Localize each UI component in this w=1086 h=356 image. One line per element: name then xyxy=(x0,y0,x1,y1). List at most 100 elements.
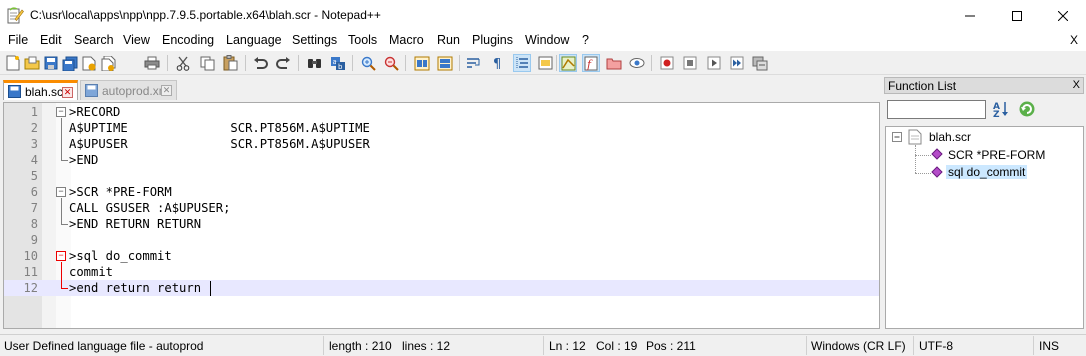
indent-guide-icon[interactable] xyxy=(513,54,531,72)
redo-icon[interactable] xyxy=(274,54,292,72)
file-icon xyxy=(908,129,922,145)
code-line[interactable]: 5 xyxy=(4,168,879,184)
code-line[interactable]: 7 CALL GSUSER :A$UPUSER; xyxy=(4,200,879,216)
user-language-icon[interactable] xyxy=(536,54,554,72)
replace-icon[interactable]: ab xyxy=(329,54,347,72)
sync-horizontal-icon[interactable] xyxy=(436,54,454,72)
notepadpp-app-icon[interactable] xyxy=(7,7,24,24)
code-line[interactable]: 9 xyxy=(4,232,879,248)
status-bar: User Defined language file - autoprod le… xyxy=(0,334,1086,356)
status-line-number: Ln : 12 xyxy=(549,339,586,353)
function-list-tree[interactable]: blah.scr SCR *PRE-FORM sql do_commit xyxy=(885,126,1084,329)
menu-macro[interactable]: Macro xyxy=(389,33,424,47)
text-caret xyxy=(210,281,211,296)
undo-icon[interactable] xyxy=(251,54,269,72)
tab-close-icon[interactable]: ✕ xyxy=(62,87,73,98)
function-item-selected[interactable]: sql do_commit xyxy=(946,165,1028,179)
reload-icon[interactable] xyxy=(1018,100,1036,118)
editor-pane[interactable]: 1 >RECORD 2 A$UPTIME SCR.PT856M.A$UPTIME… xyxy=(3,102,880,329)
zoom-out-icon[interactable] xyxy=(382,54,400,72)
menu-settings[interactable]: Settings xyxy=(292,33,337,47)
fold-collapse-icon[interactable]: − xyxy=(56,251,66,261)
save-macro-icon[interactable] xyxy=(751,54,769,72)
fold-collapse-icon[interactable]: − xyxy=(56,107,66,117)
open-file-icon[interactable] xyxy=(23,54,41,72)
menu-run[interactable]: Run xyxy=(437,33,460,47)
fold-collapse-icon[interactable]: − xyxy=(56,187,66,197)
tree-collapse-icon[interactable] xyxy=(892,132,903,143)
paste-icon[interactable] xyxy=(221,54,239,72)
function-list-title: Function List xyxy=(888,79,957,93)
status-language: User Defined language file - autoprod xyxy=(4,339,204,353)
menu-language[interactable]: Language xyxy=(226,33,282,47)
zoom-in-icon[interactable] xyxy=(359,54,377,72)
function-list-header: Function List X xyxy=(884,77,1084,94)
menu-encoding[interactable]: Encoding xyxy=(162,33,214,47)
function-list-icon[interactable]: f xyxy=(582,54,600,72)
menu-search[interactable]: Search xyxy=(74,33,114,47)
playback-icon[interactable] xyxy=(705,54,723,72)
save-all-icon[interactable] xyxy=(61,54,79,72)
close-icon[interactable] xyxy=(80,54,98,72)
menu-plugins[interactable]: Plugins xyxy=(472,33,513,47)
close-document-button[interactable]: X xyxy=(1070,33,1078,47)
saved-file-icon xyxy=(85,84,98,97)
save-icon[interactable] xyxy=(42,54,60,72)
show-all-chars-icon[interactable]: ¶ xyxy=(489,54,507,72)
code-line[interactable]: 8 >END RETURN RETURN xyxy=(4,216,879,232)
cut-icon[interactable] xyxy=(174,54,192,72)
record-macro-icon[interactable] xyxy=(658,54,676,72)
status-eol[interactable]: Windows (CR LF) xyxy=(811,339,906,353)
toolbar: ab ¶ f xyxy=(0,51,1086,75)
stop-record-icon[interactable] xyxy=(681,54,699,72)
code-line-current[interactable]: 12 >end return return xyxy=(4,280,879,296)
tab-bar: blah.scr ✕ autoprod.xml ✕ xyxy=(0,78,880,102)
code-line[interactable]: 11 commit xyxy=(4,264,879,280)
doc-map-icon[interactable] xyxy=(559,54,577,72)
code-line[interactable]: 1 >RECORD xyxy=(4,104,879,120)
status-position: Pos : 211 xyxy=(646,339,696,353)
word-wrap-icon[interactable] xyxy=(465,54,483,72)
function-item[interactable]: SCR *PRE-FORM xyxy=(948,148,1045,162)
menu-help[interactable]: ? xyxy=(582,33,589,47)
tab-autoprod-xml[interactable]: autoprod.xml ✕ xyxy=(80,80,177,100)
folder-workspace-icon[interactable] xyxy=(605,54,623,72)
print-icon[interactable] xyxy=(143,54,161,72)
code-line[interactable]: 10 >sql do_commit xyxy=(4,248,879,264)
sync-vertical-icon[interactable] xyxy=(413,54,431,72)
function-list-search-input[interactable] xyxy=(887,100,986,119)
function-icon xyxy=(931,148,943,160)
tab-blah-scr[interactable]: blah.scr ✕ xyxy=(3,80,78,100)
title-bar: C:\usr\local\apps\npp\npp.7.9.5.portable… xyxy=(0,0,1086,31)
code-line[interactable]: 2 A$UPTIME SCR.PT856M.A$UPTIME xyxy=(4,120,879,136)
status-encoding[interactable]: UTF-8 xyxy=(919,339,953,353)
tree-root-label[interactable]: blah.scr xyxy=(929,130,971,144)
minimize-button[interactable] xyxy=(947,0,993,31)
code-line[interactable]: 3 A$UPUSER SCR.PT856M.A$UPUSER xyxy=(4,136,879,152)
svg-text:Z: Z xyxy=(993,110,1000,118)
saved-file-icon xyxy=(8,85,21,98)
status-insert-mode[interactable]: INS xyxy=(1039,339,1059,353)
svg-text:b: b xyxy=(338,63,343,71)
tab-label: blah.scr xyxy=(25,84,68,99)
tab-close-icon[interactable]: ✕ xyxy=(161,85,172,96)
menu-file[interactable]: File xyxy=(8,33,28,47)
close-window-button[interactable] xyxy=(1040,0,1086,31)
close-icon xyxy=(1058,10,1068,21)
monitoring-icon[interactable] xyxy=(628,54,646,72)
menu-edit[interactable]: Edit xyxy=(40,33,62,47)
close-all-icon[interactable] xyxy=(99,54,117,72)
code-line[interactable]: 4 >END xyxy=(4,152,879,168)
find-icon[interactable] xyxy=(305,54,323,72)
sort-az-icon[interactable]: AZ xyxy=(992,100,1010,120)
menu-view[interactable]: View xyxy=(123,33,150,47)
function-list-close-button[interactable]: X xyxy=(1073,79,1080,91)
menu-tools[interactable]: Tools xyxy=(348,33,377,47)
status-lines: lines : 12 xyxy=(402,339,451,353)
menu-window[interactable]: Window xyxy=(525,33,569,47)
new-file-icon[interactable] xyxy=(4,54,22,72)
maximize-button[interactable] xyxy=(994,0,1040,31)
run-macro-multiple-icon[interactable] xyxy=(728,54,746,72)
code-line[interactable]: 6 >SCR *PRE-FORM xyxy=(4,184,879,200)
copy-icon[interactable] xyxy=(198,54,216,72)
